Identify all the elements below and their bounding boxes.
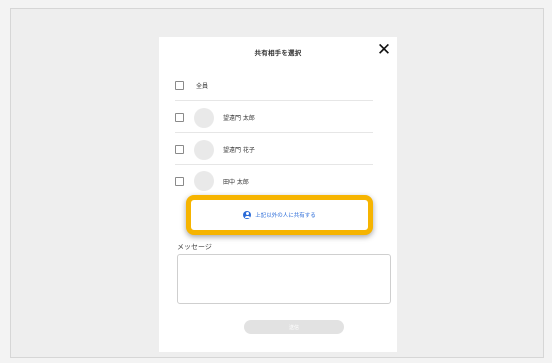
checkbox[interactable] bbox=[175, 176, 184, 186]
send-button-label: 送信 bbox=[288, 324, 299, 331]
recipient-label: 望遠門 花子 bbox=[223, 147, 255, 154]
send-button[interactable]: 送信 bbox=[244, 320, 344, 334]
checkbox[interactable] bbox=[175, 145, 184, 154]
checkbox[interactable] bbox=[175, 81, 184, 90]
dialog-title: 共有相手を選択 bbox=[254, 49, 302, 57]
screen-frame: 共有相手を選択 ✕ 全員 望遠門 太郎 望遠門 花子 田中 太郎 メッセージ 送… bbox=[10, 8, 544, 358]
message-label: メッセージ bbox=[177, 243, 212, 251]
avatar bbox=[194, 139, 214, 160]
avatar bbox=[194, 171, 214, 191]
checkbox[interactable] bbox=[175, 113, 184, 122]
share-with-others-button[interactable]: 上記以外の人に共有する bbox=[186, 195, 373, 235]
recipient-label: 田中 太郎 bbox=[223, 178, 249, 186]
recipient-row[interactable]: 田中 太郎 bbox=[175, 166, 373, 196]
message-input[interactable] bbox=[177, 254, 391, 304]
recipient-row[interactable]: 望遠門 花子 bbox=[175, 135, 373, 165]
close-icon[interactable]: ✕ bbox=[375, 41, 393, 59]
recipient-label: 全員 bbox=[196, 83, 209, 90]
recipient-row[interactable]: 望遠門 太郎 bbox=[175, 103, 373, 133]
recipient-label: 望遠門 太郎 bbox=[223, 115, 255, 122]
avatar bbox=[194, 107, 214, 128]
person-icon bbox=[243, 211, 252, 219]
share-recipient-dialog: 共有相手を選択 ✕ 全員 望遠門 太郎 望遠門 花子 田中 太郎 メッセージ 送… bbox=[159, 37, 397, 352]
share-with-others-label: 上記以外の人に共有する bbox=[255, 213, 316, 219]
recipient-row-all[interactable]: 全員 bbox=[175, 71, 373, 101]
